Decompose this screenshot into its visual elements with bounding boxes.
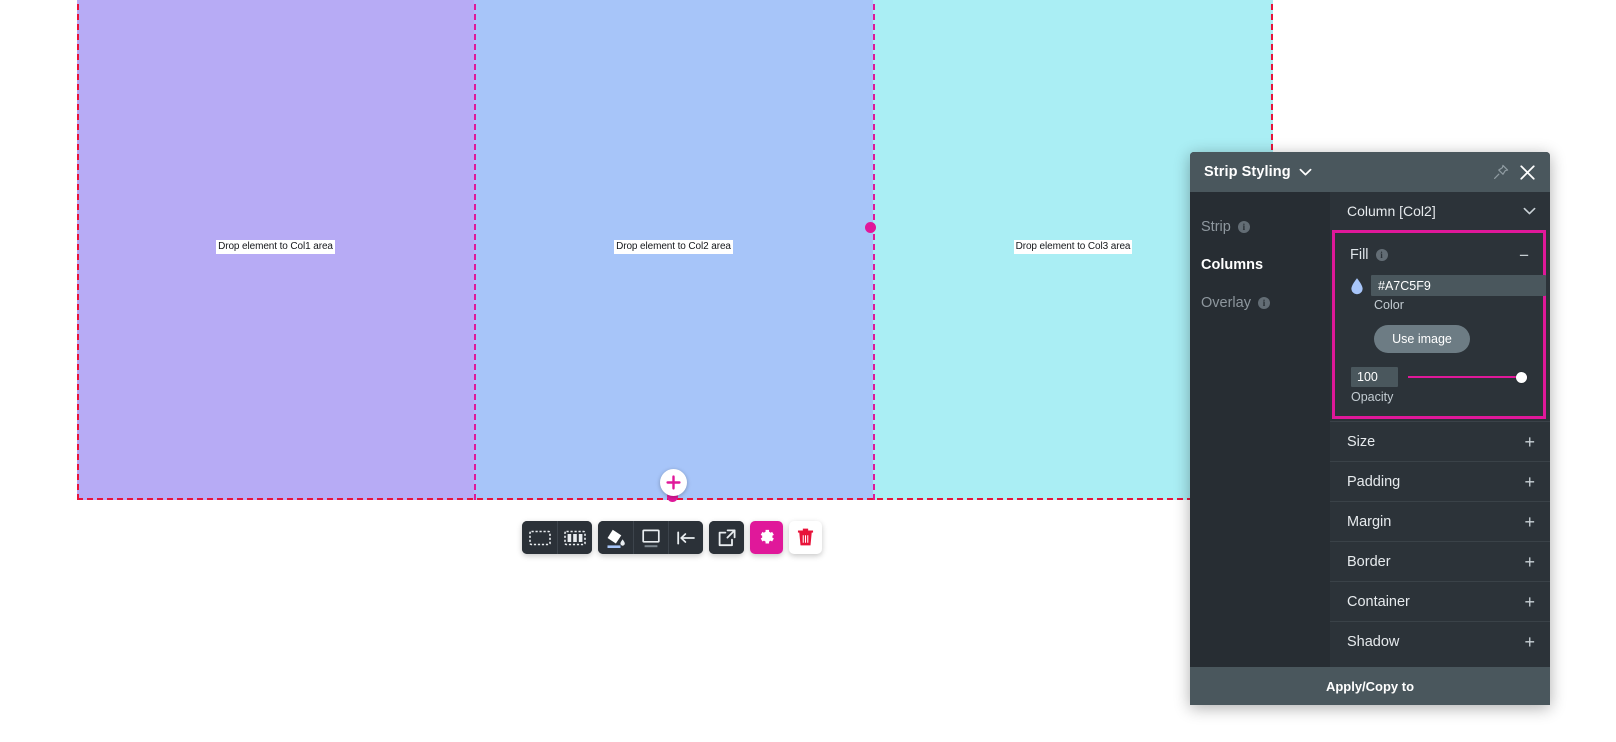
delete-button[interactable] — [789, 521, 822, 554]
chevron-down-glyph — [1523, 207, 1536, 215]
panel-header: Strip Styling — [1190, 152, 1550, 192]
chevron-down-icon[interactable] — [1299, 168, 1312, 177]
column-selector[interactable]: Column [Col2] — [1330, 192, 1550, 230]
section-margin[interactable]: Margin + — [1330, 501, 1550, 541]
gear-icon — [760, 529, 774, 544]
nav-item-label: Strip — [1201, 219, 1231, 235]
move-out-icon — [718, 529, 735, 546]
nav-item-columns[interactable]: Columns — [1190, 246, 1330, 284]
nav-item-overlay[interactable]: Overlay i — [1190, 284, 1330, 322]
border-button[interactable] — [633, 521, 668, 554]
section-label: Padding — [1347, 473, 1401, 490]
opacity-input[interactable] — [1351, 367, 1398, 387]
border-icon — [642, 529, 660, 547]
use-image-button[interactable]: Use image — [1374, 325, 1470, 353]
move-out-button[interactable] — [709, 521, 744, 554]
section-label: Size — [1347, 433, 1376, 450]
pin-glyph — [1493, 164, 1509, 180]
fill-section: Fill i − #A7C5F9 Color Use image 100 Opa… — [1332, 230, 1546, 419]
section-label: Shadow — [1347, 633, 1400, 650]
column-divider-1[interactable] — [474, 0, 476, 500]
strip-canvas[interactable]: Drop element to Col1 area Drop element t… — [77, 0, 1273, 500]
add-element-button[interactable] — [660, 469, 687, 496]
select-strip-button[interactable] — [522, 521, 557, 554]
column-divider-2[interactable] — [873, 0, 875, 500]
slider-track — [1408, 376, 1527, 378]
column-drop-label: Drop element to Col2 area — [614, 240, 733, 254]
expand-icon[interactable]: + — [1524, 473, 1535, 491]
expand-icon[interactable]: + — [1524, 593, 1535, 611]
slider-thumb[interactable] — [1516, 371, 1527, 383]
select-columns-icon — [564, 530, 586, 545]
app-root: Drop element to Col1 area Drop element t… — [0, 0, 1616, 742]
section-label: Container — [1347, 593, 1410, 610]
column-col1[interactable]: Drop element to Col1 area — [77, 0, 474, 500]
opacity-slider[interactable] — [1408, 370, 1527, 384]
fill-color-row — [1335, 269, 1546, 296]
fill-color-button[interactable] — [598, 521, 633, 554]
fill-color-caption: Color — [1374, 298, 1404, 312]
toolbar-group-selection — [522, 521, 592, 554]
fill-section-header[interactable]: Fill i − — [1335, 241, 1543, 269]
info-icon[interactable]: i — [1375, 249, 1388, 261]
fill-section-title: Fill — [1350, 247, 1369, 263]
opacity-caption: Opacity — [1351, 390, 1394, 404]
resize-handle-right[interactable] — [865, 222, 876, 233]
apply-copy-to-button[interactable]: Apply/Copy to — [1190, 667, 1550, 705]
info-icon[interactable]: i — [1257, 297, 1270, 309]
close-icon[interactable] — [1519, 164, 1536, 181]
nav-item-label: Columns — [1201, 257, 1264, 273]
settings-button[interactable] — [750, 521, 783, 554]
panel-title: Strip Styling — [1204, 164, 1291, 180]
fill-color-input[interactable] — [1371, 275, 1546, 296]
expand-icon[interactable]: + — [1524, 513, 1535, 531]
section-label: Margin — [1347, 513, 1392, 530]
droplet-glyph — [1351, 277, 1363, 294]
toolbar-group-style — [598, 521, 703, 554]
chevron-down-glyph — [1299, 168, 1312, 175]
section-padding[interactable]: Padding + — [1330, 461, 1550, 501]
panel-main: Column [Col2] Fill i − #A7C5F9 Color Use… — [1330, 192, 1550, 667]
info-icon[interactable]: i — [1237, 221, 1250, 233]
expand-icon[interactable]: + — [1524, 553, 1535, 571]
column-selector-label: Column [Col2] — [1347, 203, 1436, 219]
style-sections-list: Size + Padding + Margin + Border + Conta… — [1330, 421, 1550, 661]
droplet-icon[interactable] — [1350, 276, 1364, 295]
section-container[interactable]: Container + — [1330, 581, 1550, 621]
collapse-icon[interactable]: − — [1519, 247, 1529, 264]
panel-body: Strip i Columns Overlay i Column [Col2] — [1190, 192, 1550, 667]
select-columns-button[interactable] — [557, 521, 592, 554]
expand-icon[interactable]: + — [1524, 433, 1535, 451]
opacity-row — [1335, 353, 1543, 387]
column-drop-label: Drop element to Col3 area — [1013, 240, 1133, 254]
section-size[interactable]: Size + — [1330, 421, 1550, 461]
plus-icon — [666, 475, 681, 490]
toolbar-group-actions — [709, 521, 744, 554]
fill-color-icon — [607, 529, 625, 548]
strip-styling-panel: Strip Styling Strip i Columns Overlay i … — [1190, 152, 1550, 705]
nav-item-label: Overlay — [1201, 295, 1251, 311]
section-shadow[interactable]: Shadow + — [1330, 621, 1550, 661]
align-left-icon — [677, 531, 695, 544]
floating-toolbar — [522, 521, 822, 554]
pin-icon[interactable] — [1493, 164, 1509, 180]
panel-nav: Strip i Columns Overlay i — [1190, 192, 1330, 667]
expand-icon[interactable]: + — [1524, 633, 1535, 651]
section-border[interactable]: Border + — [1330, 541, 1550, 581]
column-col2[interactable]: Drop element to Col2 area — [474, 0, 873, 500]
nav-item-strip[interactable]: Strip i — [1190, 208, 1330, 246]
close-glyph — [1520, 164, 1535, 180]
align-left-button[interactable] — [668, 521, 703, 554]
trash-icon — [797, 528, 814, 546]
strip-columns: Drop element to Col1 area Drop element t… — [77, 0, 1273, 500]
section-label: Border — [1347, 553, 1391, 570]
column-drop-label: Drop element to Col1 area — [216, 240, 335, 254]
select-strip-icon — [528, 530, 551, 545]
chevron-down-icon[interactable] — [1523, 203, 1536, 219]
